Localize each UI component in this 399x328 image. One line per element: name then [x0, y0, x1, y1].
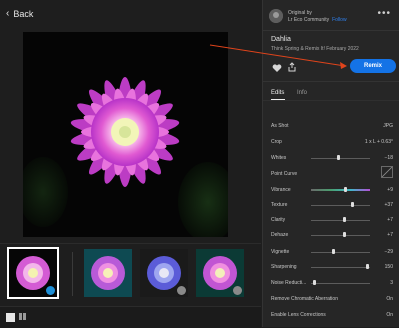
author-name[interactable]: Lr Eco Community: [288, 17, 329, 23]
point-curve-label: Point Curve: [271, 171, 298, 177]
edit-row-sharpening: Sharpening 150: [271, 263, 393, 273]
as-shot-value: JPG: [383, 123, 393, 129]
vignette-value: −29: [384, 249, 393, 255]
heart-icon[interactable]: [272, 60, 282, 72]
vignette-label: Vignette: [271, 249, 290, 255]
sharpening-value: 150: [384, 264, 393, 270]
whites-value: −18: [384, 155, 393, 161]
follow-link[interactable]: Follow: [332, 17, 346, 23]
remix-button[interactable]: Remix: [350, 59, 396, 73]
texture-value: +37: [384, 202, 393, 208]
edit-row-vibrance: Vibrance +9: [271, 186, 393, 196]
edit-row-whites: Whites −18: [271, 154, 393, 164]
thumb-divider: [72, 252, 73, 296]
view-toolbar: [0, 306, 261, 328]
divider: [263, 100, 399, 101]
original-by-label: Original by: [288, 10, 312, 16]
back-label: Back: [13, 8, 34, 19]
lens-corrections-value: On: [386, 312, 393, 318]
filmstrip: [0, 246, 261, 306]
edit-row-as-shot: As Shot JPG: [271, 122, 393, 132]
compare-view-icon[interactable]: [19, 313, 22, 320]
photo-title: Dahlia: [271, 36, 291, 43]
thumbnail-remix-3[interactable]: [196, 249, 244, 297]
author-avatar[interactable]: [269, 9, 283, 23]
vibrance-slider-track: [311, 189, 370, 191]
noise-reduction-value: 3: [390, 280, 393, 286]
user-avatar-icon: [233, 286, 242, 295]
edit-row-chromatic-aberration: Remove Chromatic Aberration On: [271, 295, 393, 305]
dehaze-label: Dehaze: [271, 232, 289, 238]
noise-reduction-label: Noise Reducti...: [271, 280, 307, 286]
sharpening-slider-track: [311, 267, 370, 268]
edit-row-crop: Crop 1 x L + 0.63°: [271, 138, 393, 148]
tab-info[interactable]: Info: [297, 90, 307, 96]
texture-slider-knob: [351, 202, 354, 207]
whites-slider-knob: [337, 155, 340, 160]
clarity-value: +7: [387, 217, 393, 223]
edit-row-vignette: Vignette −29: [271, 248, 393, 258]
thumbnail-remix-1[interactable]: [84, 249, 132, 297]
vibrance-label: Vibrance: [271, 187, 291, 193]
dehaze-slider-track: [311, 235, 370, 236]
sharpening-label: Sharpening: [271, 264, 297, 270]
edit-row-clarity: Clarity +7: [271, 216, 393, 226]
tab-edits[interactable]: Edits: [271, 90, 284, 96]
thumbnail-original[interactable]: [7, 247, 59, 299]
edit-row-point-curve: Point Curve: [271, 166, 393, 180]
dahlia-image: [23, 32, 228, 237]
remix-info-panel: Original by Lr Eco Community Follow ••• D…: [262, 0, 399, 327]
more-options-icon[interactable]: •••: [377, 8, 391, 19]
compare-view-icon-part: [23, 313, 26, 320]
as-shot-label: As Shot: [271, 123, 289, 129]
lens-corrections-label: Enable Lens Corrections: [271, 312, 326, 318]
chevron-left-icon: ‹: [6, 8, 10, 19]
image-viewer: ‹ Back: [0, 0, 261, 328]
texture-slider-track: [311, 205, 370, 206]
vibrance-value: +9: [387, 187, 393, 193]
back-button[interactable]: ‹ Back: [6, 8, 33, 19]
curve-thumbnail-icon: [381, 166, 393, 178]
chromatic-aberration-label: Remove Chromatic Aberration: [271, 296, 338, 302]
author-line: Lr Eco Community Follow: [288, 17, 347, 23]
clarity-slider-knob: [343, 217, 346, 222]
chromatic-aberration-value: On: [386, 296, 393, 302]
texture-label: Texture: [271, 202, 288, 208]
crop-value: 1 x L + 0.63°: [364, 139, 393, 145]
photo-subtitle: Think Spring & Remix It! February 2022: [271, 46, 359, 52]
edit-row-texture: Texture +37: [271, 201, 393, 211]
dehaze-value: +7: [387, 232, 393, 238]
remix-badge-icon: [46, 286, 55, 295]
clarity-slider-track: [311, 220, 370, 221]
filmstrip-divider: [0, 243, 261, 244]
divider: [263, 30, 399, 31]
user-avatar-icon: [177, 286, 186, 295]
edit-row-noise-reduction: Noise Reducti... 3: [271, 279, 393, 289]
noise-slider-knob: [313, 280, 316, 285]
edit-row-dehaze: Dehaze +7: [271, 231, 393, 241]
thumbnail-remix-2[interactable]: [140, 249, 188, 297]
edit-row-lens-corrections: Enable Lens Corrections On: [271, 311, 393, 321]
whites-slider-track: [311, 158, 370, 159]
main-photo: [23, 32, 228, 237]
vibrance-slider-knob: [344, 187, 347, 192]
single-view-icon[interactable]: [6, 313, 15, 322]
noise-slider-track: [311, 283, 370, 284]
whites-label: Whites: [271, 155, 287, 161]
vignette-slider-track: [311, 252, 370, 253]
vignette-slider-knob: [332, 249, 335, 254]
sharpening-slider-knob: [366, 264, 369, 269]
divider: [263, 81, 399, 82]
share-icon[interactable]: [287, 59, 297, 72]
dehaze-slider-knob: [343, 232, 346, 237]
crop-label: Crop: [271, 139, 282, 145]
clarity-label: Clarity: [271, 217, 286, 223]
